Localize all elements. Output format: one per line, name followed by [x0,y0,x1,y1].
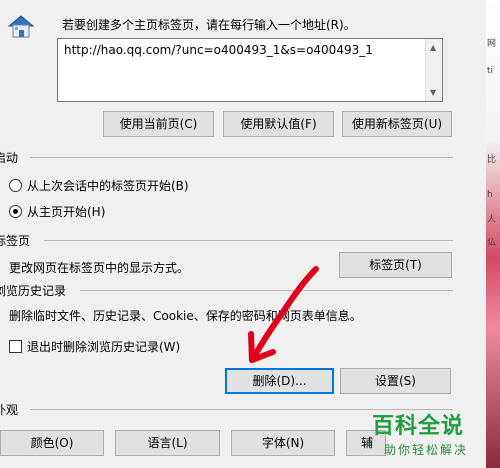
history-divider [80,290,453,291]
tabs-button[interactable]: 标签页(T) [339,252,452,278]
watermark-tagline: 助你轻松解决 [384,443,469,457]
home-icon [7,15,35,38]
background-window-strip: 网 ti 比 h 人 仏 [486,0,500,468]
background-text: 比 [487,155,497,165]
background-text: 仏 [487,238,497,248]
fonts-button[interactable]: 字体(N) [231,430,335,456]
internet-options-dialog: 若要创建多个主页标签页，请在每行输入一个地址(R)。 http://hao.qq… [0,0,486,468]
textarea-scrollbar[interactable]: ▲ ▼ [425,39,442,101]
background-text: 人 [487,215,497,225]
startup-divider [30,157,453,158]
background-text: 网 [487,39,497,49]
homepage-url-value: http://hao.qq.com/?unc=o400493_1&s=o4004… [64,43,373,57]
delete-on-exit-checkbox[interactable] [9,340,22,353]
radio-last-session-label: 从上次会话中的标签页开始(B) [27,179,189,193]
delete-on-exit-label: 退出时删除浏览历史记录(W) [27,340,181,354]
background-text: ti [487,66,494,76]
tabs-divider [44,240,453,241]
watermark-logo: 百科全说 [372,414,465,439]
startup-section-title: 启动 [0,151,19,165]
radio-home-page-label: 从主页开始(H) [27,205,106,219]
languages-button[interactable]: 语言(L) [115,430,220,456]
background-text: h [487,190,493,200]
scroll-up-icon[interactable]: ▲ [430,43,436,52]
appearance-section-title: 外观 [0,403,19,417]
radio-last-session[interactable] [9,179,22,192]
use-new-tab-button[interactable]: 使用新标签页(U) [342,111,452,137]
history-description: 删除临时文件、历史记录、Cookie、保存的密码和网页表单信息。 [9,309,362,323]
radio-home-page[interactable] [9,205,22,218]
homepage-url-textarea[interactable]: http://hao.qq.com/?unc=o400493_1&s=o4004… [57,38,443,102]
tabs-description: 更改网页在标签页中的显示方式。 [9,261,190,275]
scroll-down-icon[interactable]: ▼ [430,88,436,97]
settings-button[interactable]: 设置(S) [340,368,451,394]
use-current-button[interactable]: 使用当前页(C) [103,111,214,137]
history-section-title: 浏览历史记录 [0,284,67,298]
tabs-section-title: 标签页 [0,234,31,248]
colors-button[interactable]: 颜色(O) [0,430,104,456]
delete-button[interactable]: 删除(D)... [225,368,334,394]
use-default-button[interactable]: 使用默认值(F) [223,111,334,137]
homepage-instruction: 若要创建多个主页标签页，请在每行输入一个地址(R)。 [62,18,356,32]
